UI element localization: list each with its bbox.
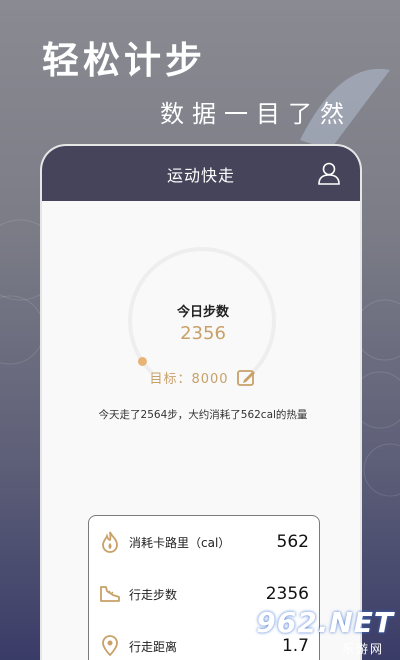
steps-title: 今日步数	[176, 305, 229, 320]
steps-value: 2356	[180, 323, 226, 344]
app-header: 运动快走	[42, 146, 360, 201]
fire-icon	[102, 531, 118, 553]
watermark-subtext: 乐游网	[341, 642, 384, 656]
promo-subtitle: 数据一目了然	[160, 100, 352, 128]
app-title: 运动快走	[166, 165, 235, 185]
promo-title: 轻松计步	[42, 39, 206, 82]
user-icon[interactable]	[316, 160, 342, 186]
phone-frame: 运动快走 今日步数 2356 目标：8000 今天走了2564步，大约消耗了56…	[40, 144, 362, 660]
gauge-progress-dot	[137, 356, 147, 366]
stat-value: 2356	[265, 584, 309, 604]
edit-icon[interactable]	[236, 369, 257, 387]
watermark-text: 962.NET	[256, 606, 394, 639]
location-pin-icon	[102, 635, 118, 657]
stat-label: 行走步数	[129, 587, 178, 602]
stat-label: 消耗卡路里（cal）	[129, 535, 231, 550]
main-content: 今日步数 2356 目标：8000 今天走了2564步，大约消耗了562cal的…	[42, 201, 360, 660]
daily-summary: 今天走了2564步，大约消耗了562cal的热量	[98, 409, 308, 421]
stat-value: 562	[276, 532, 309, 552]
goal-row: 目标：8000	[42, 368, 360, 387]
goal-text: 目标：8000	[149, 372, 229, 387]
watermark-logo: 962.NET 乐游网	[254, 606, 394, 656]
stat-row-calories: 消耗卡路里（cal） 562	[89, 516, 319, 568]
shoe-icon	[100, 586, 120, 602]
